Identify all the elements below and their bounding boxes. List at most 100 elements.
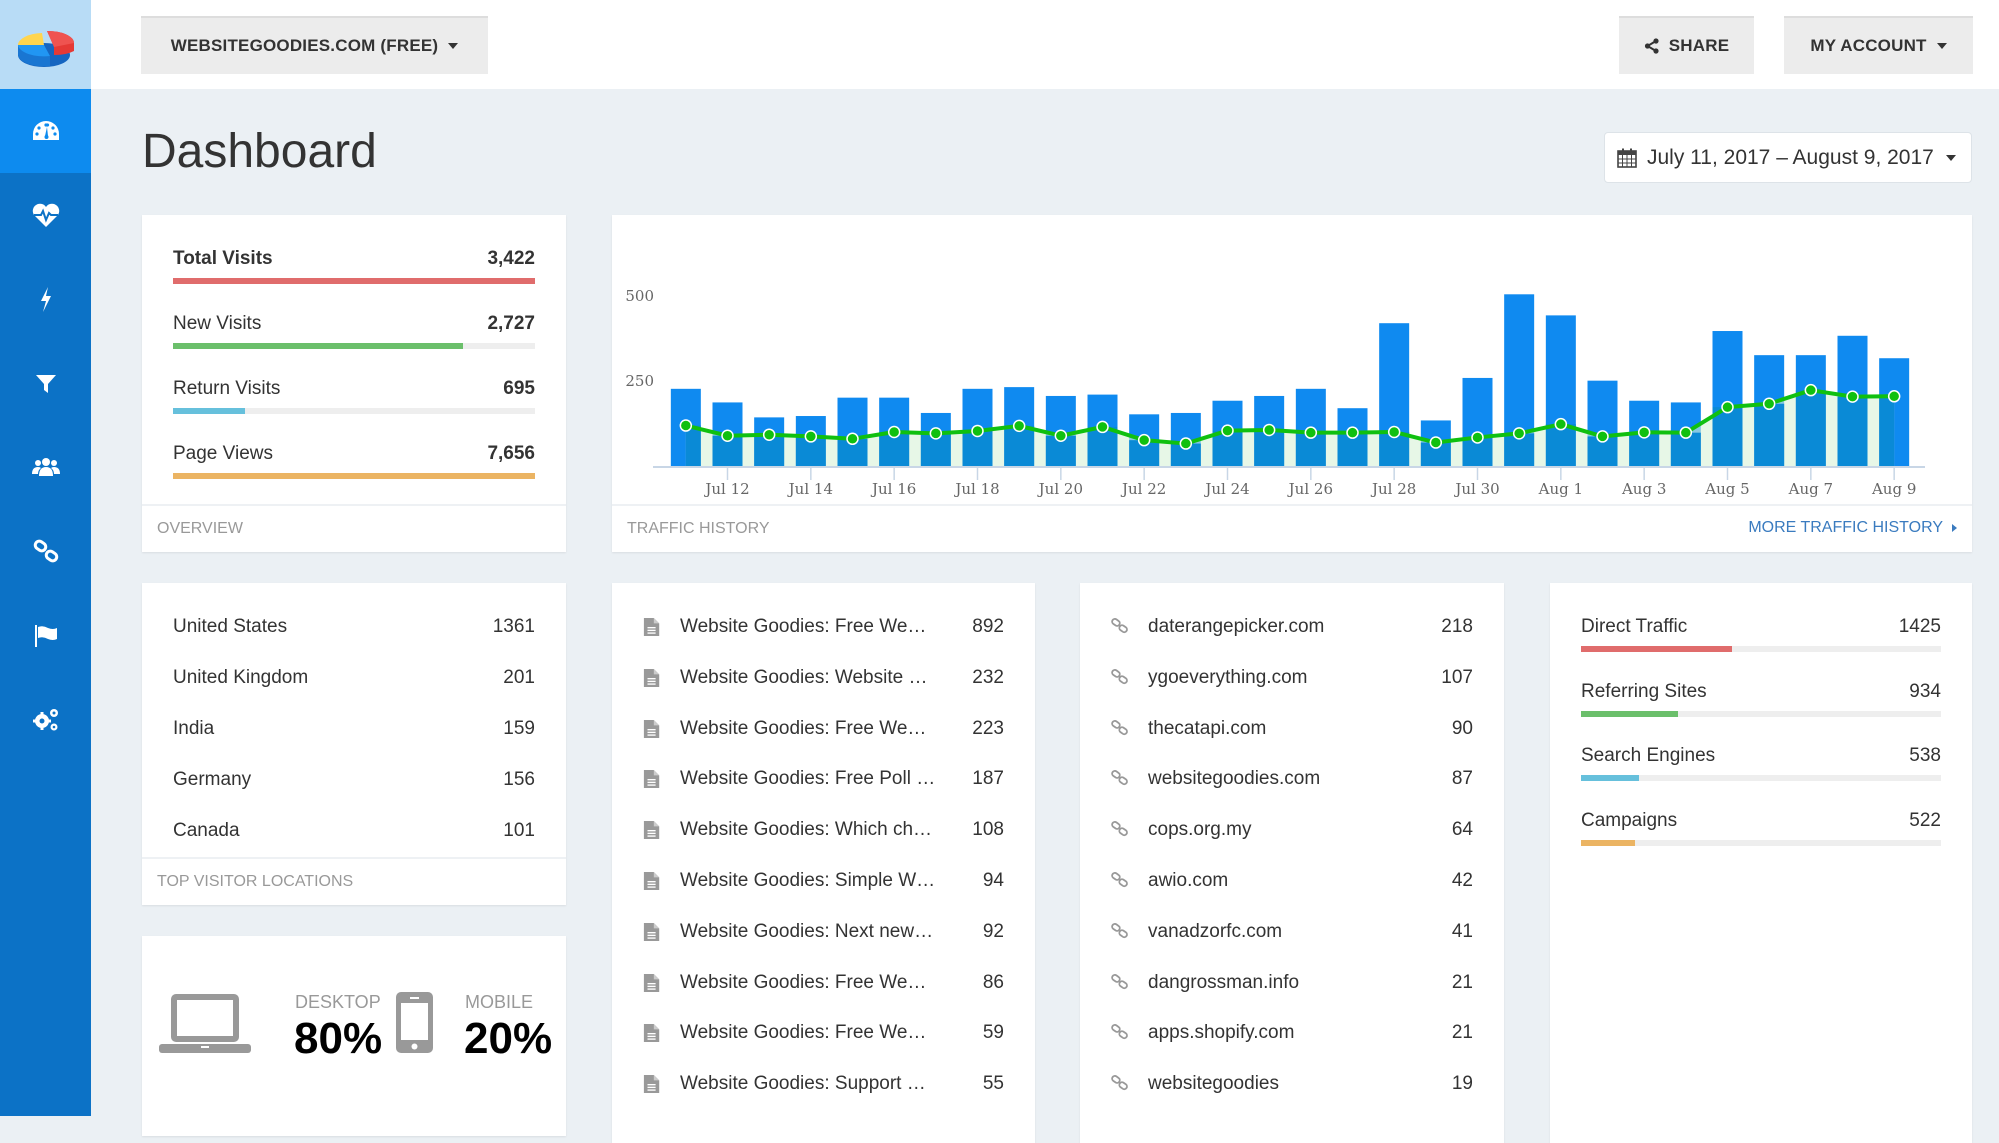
top-page-row[interactable]: Website Goodies: Simple W… 94 [643, 870, 1004, 900]
sidebar-item-visitors[interactable] [0, 425, 91, 509]
location-row[interactable]: India 159 [173, 718, 535, 748]
more-traffic-history-link[interactable]: MORE TRAFFIC HISTORY [1748, 504, 1957, 552]
visits-point[interactable] [1721, 400, 1734, 414]
referrer-row[interactable]: websitegoodies.com 87 [1111, 768, 1473, 798]
visits-point[interactable] [1221, 424, 1234, 437]
sidebar-item-realtime[interactable] [0, 257, 91, 341]
traffic-source-row[interactable]: Direct Traffic 1425 [1581, 616, 1941, 666]
visits-point[interactable] [1262, 423, 1276, 437]
referrer-row[interactable]: awio.com 42 [1111, 870, 1473, 900]
top-page-row[interactable]: Website Goodies: Free We… 59 [643, 1022, 1004, 1052]
visits-point[interactable] [1179, 437, 1193, 450]
page-title-text: Website Goodies: Free We… [680, 971, 927, 993]
visits-point[interactable] [1637, 426, 1651, 439]
my-account-dropdown[interactable]: MY ACCOUNT [1784, 16, 1973, 74]
visits-point[interactable] [721, 429, 734, 442]
laptop-icon [159, 994, 251, 1053]
source-label: Referring Sites [1581, 680, 1707, 702]
bolt-icon [40, 287, 51, 312]
source-progress-track [1581, 710, 1941, 717]
referrer-row[interactable]: cops.org.my 64 [1111, 819, 1473, 849]
referrer-row[interactable]: websitegoodies 19 [1111, 1073, 1473, 1103]
sidebar [0, 0, 91, 1116]
top-pages-card: Website Goodies: Free We… 892 Website Good… [612, 583, 1035, 1143]
visits-point[interactable] [1762, 397, 1776, 411]
visits-point[interactable] [1554, 417, 1568, 431]
referrer-row[interactable]: daterangepicker.com 218 [1111, 616, 1473, 646]
traffic-source-row[interactable]: Referring Sites 934 [1581, 681, 1941, 731]
traffic-bar-overlap [1837, 396, 1868, 466]
visits-point[interactable] [1429, 436, 1443, 449]
sidebar-item-settings[interactable] [0, 677, 91, 761]
sidebar-item-health[interactable] [0, 173, 91, 257]
top-page-row[interactable]: Website Goodies: Free We… 223 [643, 718, 1004, 748]
source-progress-track [1581, 646, 1941, 652]
visits-point[interactable] [1512, 427, 1526, 440]
visits-point[interactable] [1304, 426, 1318, 439]
sidebar-item-campaigns[interactable] [0, 593, 91, 677]
traffic-source-row[interactable]: Search Engines 538 [1581, 745, 1941, 795]
x-tick-label: Jul 12 [703, 480, 749, 498]
visits-point[interactable] [1137, 433, 1151, 447]
location-row[interactable]: United Kingdom 201 [173, 667, 535, 697]
overview-stat-row: Total Visits 3,422 [173, 248, 535, 298]
visits-point[interactable] [1679, 426, 1693, 439]
app-logo[interactable] [0, 0, 91, 89]
visits-point[interactable] [1054, 429, 1068, 442]
page-view-count: 55 [982, 1073, 1004, 1095]
visits-point[interactable] [846, 432, 859, 446]
site-selector-dropdown[interactable]: WEBSITEGOODIES.COM (FREE) [141, 16, 488, 74]
sidebar-item-referrers[interactable] [0, 509, 91, 593]
visits-point[interactable] [1471, 431, 1484, 444]
top-page-row[interactable]: Website Goodies: Free We… 892 [643, 616, 1004, 646]
chevron-down-icon [448, 43, 459, 49]
referrer-row[interactable]: ygoeverything.com 107 [1111, 667, 1473, 697]
location-row[interactable]: United States 1361 [173, 616, 535, 646]
top-page-row[interactable]: Website Goodies: Free Poll … 187 [643, 768, 1004, 798]
location-row[interactable]: Germany 156 [173, 769, 535, 799]
referrer-row[interactable]: vanadzorfc.com 41 [1111, 921, 1473, 951]
referrer-row[interactable]: dangrossman.info 21 [1111, 972, 1473, 1002]
visits-point[interactable] [887, 425, 901, 439]
visits-point[interactable] [762, 428, 776, 441]
visits-point[interactable] [1096, 420, 1109, 434]
share-button[interactable]: SHARE [1619, 16, 1754, 74]
visits-point[interactable] [971, 424, 984, 438]
location-row[interactable]: Canada 101 [173, 820, 535, 850]
referrer-domain: apps.shopify.com [1148, 1022, 1295, 1044]
link-icon [33, 539, 58, 563]
referrer-domain: cops.org.my [1148, 819, 1252, 841]
visits-point[interactable] [1804, 383, 1818, 397]
stat-value: 2,727 [487, 313, 535, 334]
referrer-domain: websitegoodies [1148, 1073, 1279, 1095]
sidebar-item-dashboard[interactable] [0, 89, 91, 173]
top-page-row[interactable]: Website Goodies: Free We… 86 [643, 972, 1004, 1002]
visits-point[interactable] [1012, 419, 1026, 433]
traffic-bar-overlap [1795, 390, 1826, 466]
top-page-row[interactable]: Website Goodies: Support … 55 [643, 1073, 1004, 1103]
visits-point[interactable] [679, 419, 693, 432]
source-progress-track [1581, 775, 1941, 781]
sidebar-item-funnels[interactable] [0, 341, 91, 425]
visits-point[interactable] [1887, 390, 1901, 403]
source-progress-fill [1581, 646, 1733, 652]
source-label: Search Engines [1581, 745, 1716, 766]
traffic-bar-overlap [1879, 396, 1895, 466]
visits-point[interactable] [804, 430, 818, 443]
stat-progress-track [173, 278, 535, 284]
visits-point[interactable] [1846, 390, 1859, 403]
date-range-picker[interactable]: July 11, 2017 – August 9, 2017 [1604, 132, 1972, 183]
referrer-row[interactable]: apps.shopify.com 21 [1111, 1022, 1473, 1052]
top-page-row[interactable]: Website Goodies: Which ch… 108 [643, 819, 1004, 849]
visits-point[interactable] [1346, 426, 1359, 439]
my-account-label: MY ACCOUNT [1810, 36, 1927, 55]
referrer-count: 87 [1451, 768, 1473, 790]
visits-point[interactable] [1596, 430, 1609, 443]
x-tick-label: Jul 24 [1203, 480, 1249, 498]
traffic-source-row[interactable]: Campaigns 522 [1581, 810, 1941, 860]
visits-point[interactable] [1387, 425, 1401, 439]
referrer-row[interactable]: thecatapi.com 90 [1111, 718, 1473, 748]
top-page-row[interactable]: Website Goodies: Website … 232 [643, 667, 1004, 697]
visits-point[interactable] [929, 427, 943, 440]
top-page-row[interactable]: Website Goodies: Next new… 92 [643, 921, 1004, 951]
